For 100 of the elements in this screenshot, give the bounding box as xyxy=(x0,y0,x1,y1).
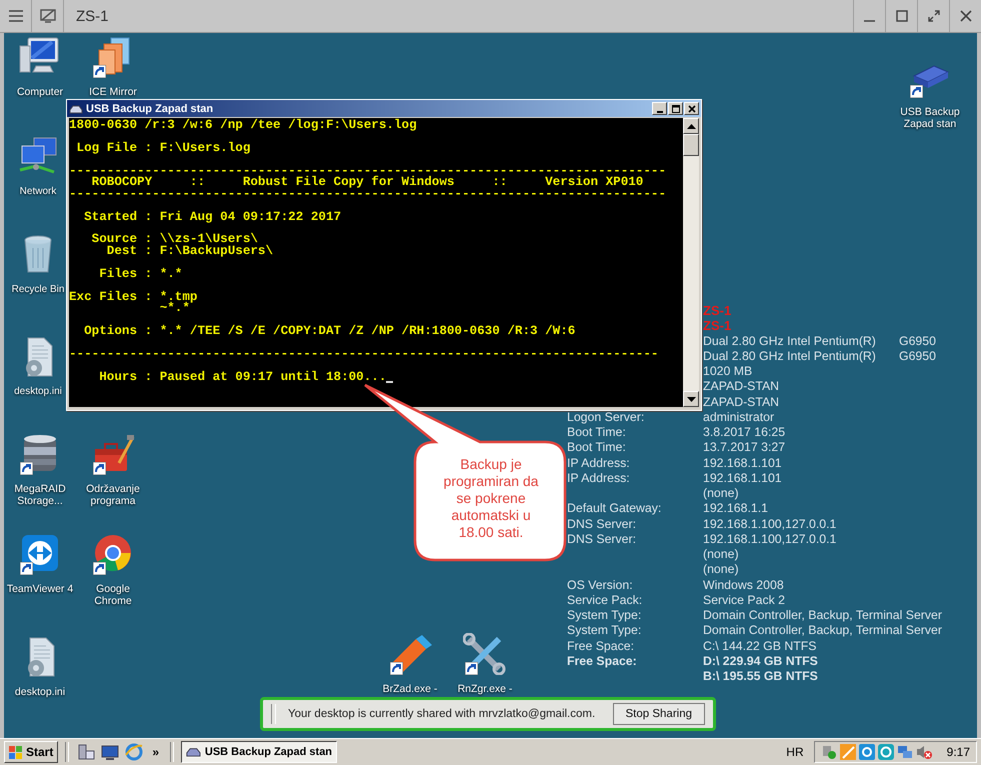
console-line: Log File : F:\Users.log xyxy=(76,142,250,154)
scroll-down-button[interactable] xyxy=(683,391,699,407)
icon-label: BrZad.exe - xyxy=(382,683,438,695)
text-cursor xyxy=(386,381,394,384)
scroll-up-button[interactable] xyxy=(683,118,699,134)
server-icon[interactable] xyxy=(77,743,96,761)
info-label: System Type: xyxy=(567,623,642,638)
info-label: Free Space: xyxy=(567,638,634,652)
language-indicator[interactable]: HR xyxy=(786,745,804,759)
info-label: System Type: xyxy=(567,608,642,622)
scrollbar[interactable] xyxy=(683,118,699,407)
info-label: Logon Server: xyxy=(567,410,644,424)
menu-icon xyxy=(8,10,22,22)
info-value: ZAPAD-STAN xyxy=(703,379,780,394)
info-value: 192.168.1.1 xyxy=(703,501,768,516)
console-line: ~*.* xyxy=(158,303,190,315)
desktop-icon[interactable]: USB Backup Zapad stan xyxy=(894,56,966,130)
start-button[interactable]: Start xyxy=(4,741,58,763)
close-icon xyxy=(960,10,972,22)
info-label: Boot Time: xyxy=(567,425,626,439)
icon-label: desktop.ini xyxy=(14,386,62,398)
info-value: (none) xyxy=(703,547,739,561)
info-value: Dual 2.80 GHz Intel Pentium(R) xyxy=(703,334,876,348)
stop-sharing-button[interactable]: Stop Sharing xyxy=(612,703,705,725)
info-value: 192.168.1.101 xyxy=(703,470,782,485)
window-title: USB Backup Zapad stan xyxy=(86,102,214,114)
icon-label: desktop.ini xyxy=(14,686,66,698)
clock[interactable]: 9:17 xyxy=(946,745,970,759)
fullscreen-icon xyxy=(928,10,940,22)
scroll-thumb[interactable] xyxy=(683,134,699,156)
icon-label: TeamViewer 4 xyxy=(6,583,74,595)
circle-icon[interactable] xyxy=(878,744,894,760)
console-line: Dest : F:\BackupUsers\ xyxy=(106,246,274,258)
desktop-icon[interactable]: BrZad.exe - xyxy=(374,633,446,695)
desktop-icon[interactable]: Network xyxy=(10,136,66,198)
desktop-icon[interactable]: TeamViewer 4 xyxy=(4,533,76,595)
info-value: Domain Controller, Backup, Terminal Server xyxy=(703,623,942,638)
console-line: 1800-0630 /r:3 /w:6 /np /tee /log:F:\Users.log xyxy=(69,120,417,132)
taskbar-button[interactable]: USB Backup Zapad stan xyxy=(181,741,338,763)
info-value: G6950 xyxy=(899,348,936,364)
info-label: OS Version: xyxy=(567,578,633,592)
info-value: ZAPAD-STAN xyxy=(703,394,780,408)
info-value: Windows 2008 xyxy=(703,578,784,592)
desktop-icon[interactable] xyxy=(101,743,120,761)
more-button[interactable]: » xyxy=(148,745,164,759)
desktop-icon[interactable]: Recycle Bin xyxy=(10,234,66,296)
desktop-icon[interactable]: Computer xyxy=(4,36,76,98)
minimize-icon xyxy=(864,20,875,22)
desktop-icon[interactable]: RnZgr.exe - xyxy=(449,633,521,695)
viewer-title: ZS-1 xyxy=(76,8,109,24)
desktop-icon[interactable]: Google Chrome xyxy=(77,533,149,607)
desktop-icon[interactable]: ICE Mirror xyxy=(77,36,149,98)
windows-logo-icon xyxy=(9,746,23,758)
icon-label: Google Chrome xyxy=(93,583,133,607)
info-label: Default Gateway: xyxy=(567,501,662,516)
monitor-icon xyxy=(40,9,56,23)
grip-handle[interactable] xyxy=(271,704,276,724)
info-value: (none) xyxy=(703,486,739,500)
icon-label: Network xyxy=(20,186,56,198)
info-label: Boot Time: xyxy=(567,440,626,454)
info-value: C:\ 144.22 GB NTFS xyxy=(703,638,816,652)
info-label: Service Pack: xyxy=(567,592,642,607)
icon-label: RnZgr.exe - xyxy=(458,683,512,695)
console-line: ------------------------------------------------------------------------------- xyxy=(69,188,666,200)
info-value: D:\ 229.94 GB NTFS xyxy=(703,654,818,668)
info-value: B:\ 195.55 GB NTFS xyxy=(703,669,818,683)
console-line: Started : Fri Aug 04 09:17:22 2017 xyxy=(83,212,342,223)
desktop-icon[interactable]: desktop.ini xyxy=(4,636,76,698)
info-value: Domain Controller, Backup, Terminal Server xyxy=(703,608,942,622)
icon-label: ICE Mirror xyxy=(89,86,137,98)
desktop-icon[interactable]: desktop.ini xyxy=(10,336,66,398)
speaker-muted-icon[interactable] xyxy=(916,744,932,760)
maximize-icon xyxy=(672,104,680,112)
console-line: ------------------------------------------------------------------------------ xyxy=(69,348,658,360)
icon-label: Održavanje programa xyxy=(85,483,141,507)
info-value: 192.168.1.100,127.0.0.1 xyxy=(703,516,836,530)
info-value: 1020 MB xyxy=(703,364,752,378)
desktop-icon[interactable]: MegaRAID Storage... xyxy=(4,433,76,507)
icon-label: Computer xyxy=(16,86,64,98)
callout-text: Backup je programiran da se pokrene automatski u 18.00 sati. xyxy=(442,456,540,541)
console-line: Files : *.* xyxy=(98,268,182,280)
info-label: Free Space: xyxy=(567,654,637,668)
share-message: Your desktop is currently shared with mrvzlatko@gmail.com. xyxy=(288,708,596,720)
info-value: (none) xyxy=(703,562,739,576)
drive-icon xyxy=(186,746,201,758)
info-value: 192.168.1.101 xyxy=(703,456,782,470)
up-arrow-icon xyxy=(686,124,696,128)
network-computers-icon[interactable] xyxy=(896,744,913,760)
drive-icon xyxy=(69,104,83,114)
info-value: G6950 xyxy=(899,334,936,349)
wrench-screwdriver-icon xyxy=(463,633,507,675)
icon-label: MegaRAID Storage... xyxy=(13,483,67,507)
info-label: IP Address: xyxy=(567,470,630,485)
console-line: Options : *.* /TEE /S /E /COPY:DAT /Z /NP /RH:1800-0630 /R:3 /W:6 xyxy=(83,326,576,338)
desktop-icon[interactable]: Održavanje programa xyxy=(77,433,149,507)
info-value: 192.168.1.100,127.0.0.1 xyxy=(703,532,836,546)
info-value: Dual 2.80 GHz Intel Pentium(R) xyxy=(703,348,876,363)
close-icon xyxy=(688,104,696,112)
info-value: Service Pack 2 xyxy=(703,592,786,607)
info-label: DNS Server: xyxy=(567,532,636,546)
